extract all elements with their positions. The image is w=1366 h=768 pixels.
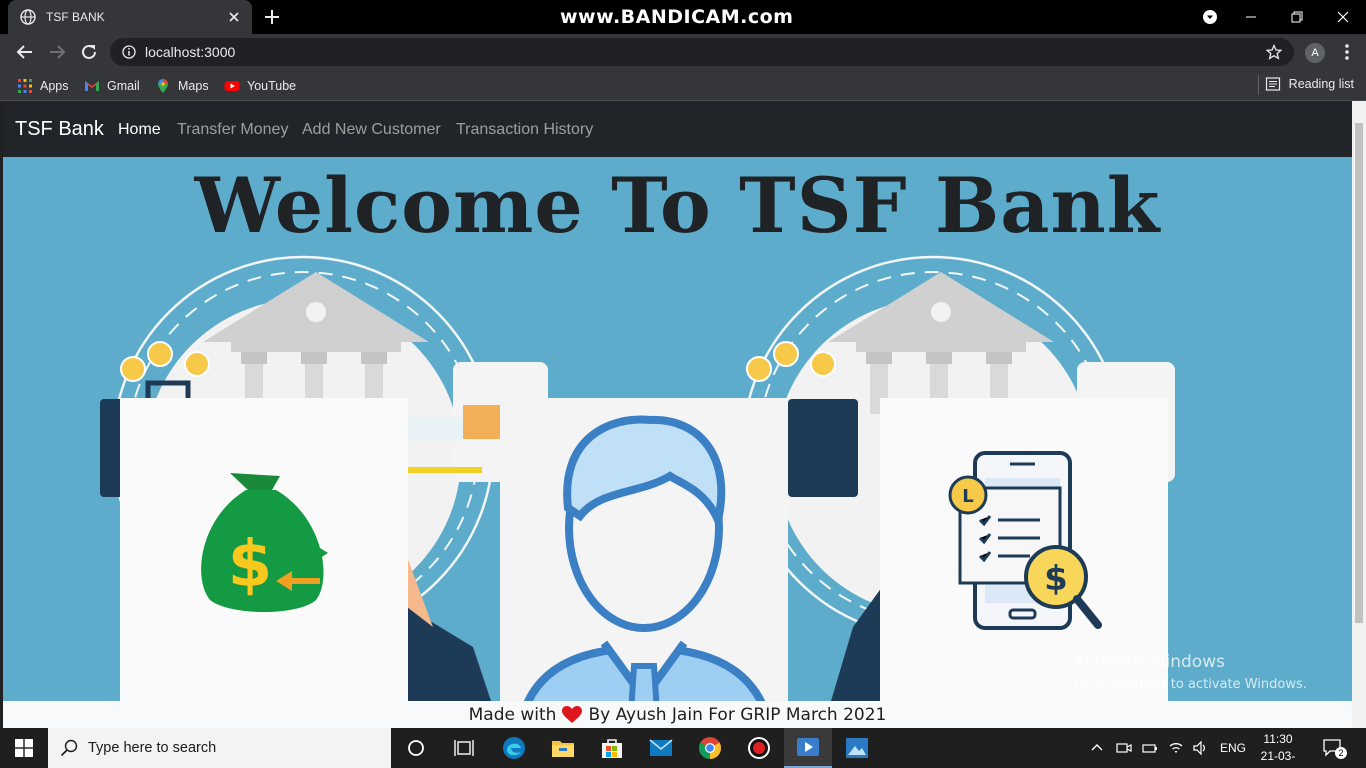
file-explorer-icon[interactable] <box>539 728 587 768</box>
site-info-icon[interactable] <box>122 45 136 59</box>
svg-text:L: L <box>962 486 973 507</box>
bookmark-apps[interactable]: Apps <box>17 76 69 96</box>
window-close-icon[interactable] <box>1320 0 1366 34</box>
address-bar[interactable]: localhost:3000 <box>110 38 1294 66</box>
bookmark-gmail[interactable]: Gmail <box>84 76 140 96</box>
transfer-money-card[interactable]: $ <box>120 398 408 708</box>
task-view-icon[interactable] <box>440 728 488 768</box>
forward-icon[interactable] <box>45 40 69 64</box>
new-tab-icon[interactable] <box>262 7 282 27</box>
battery-icon[interactable] <box>1142 740 1158 756</box>
store-icon[interactable] <box>588 728 636 768</box>
edge-icon[interactable] <box>490 728 538 768</box>
language-indicator[interactable]: ENG <box>1220 741 1246 755</box>
windows-taskbar: Type here to search ENG 11:30 21-03-2021… <box>0 728 1366 768</box>
activate-windows-subtitle: Go to Settings to activate Windows. <box>1074 677 1307 692</box>
bookmarks-divider <box>1258 75 1259 95</box>
windows-logo-icon <box>15 739 33 757</box>
meet-now-icon[interactable] <box>1116 740 1132 756</box>
youtube-icon <box>224 81 240 91</box>
globe-icon <box>20 9 36 25</box>
nav-home[interactable]: Home <box>118 121 161 139</box>
photos-icon[interactable] <box>833 728 881 768</box>
close-icon[interactable] <box>226 9 242 25</box>
clock[interactable]: 11:30 21-03-2021 <box>1252 731 1304 768</box>
bookmark-youtube[interactable]: YouTube <box>224 76 296 96</box>
apps-grid-icon <box>18 79 32 93</box>
start-button[interactable] <box>0 728 48 768</box>
nav-transfer-money[interactable]: Transfer Money <box>177 121 288 139</box>
reading-list-icon <box>1265 77 1280 91</box>
add-customer-card[interactable] <box>500 398 788 728</box>
restore-icon[interactable] <box>1274 0 1320 34</box>
bookmark-label: Apps <box>40 79 69 93</box>
bookmark-label: YouTube <box>247 79 297 93</box>
volume-icon[interactable] <box>1192 740 1208 756</box>
chrome-icon[interactable] <box>686 728 734 768</box>
bookmark-star-icon[interactable] <box>1266 44 1282 60</box>
reload-icon[interactable] <box>77 40 101 64</box>
video-editor-icon[interactable] <box>784 728 832 768</box>
svg-text:$: $ <box>228 528 273 602</box>
back-icon[interactable] <box>13 40 37 64</box>
clock-date: 21-03-2021 <box>1260 749 1296 768</box>
activate-windows-title: Activate Windows <box>1074 652 1225 672</box>
site-footer: Made with By Ayush Jain For GRIP March 2… <box>3 701 1352 728</box>
recorder-watermark: www.BANDICAM.com <box>560 6 794 28</box>
chevron-up-icon[interactable] <box>1090 741 1104 755</box>
browser-toolbar: localhost:3000 <box>0 34 1366 70</box>
notification-center[interactable]: 2 <box>1322 728 1347 768</box>
hero-title: Welcome To TSF Bank <box>194 161 1161 250</box>
notification-badge: 2 <box>1335 747 1347 759</box>
minimize-icon[interactable] <box>1228 0 1274 34</box>
taskbar-search[interactable]: Type here to search <box>48 728 391 768</box>
svg-text:$: $ <box>1044 559 1068 599</box>
bandicam-icon[interactable] <box>735 728 783 768</box>
system-tray: ENG <box>1090 728 1246 768</box>
browser-titlebar: TSF BANK www.BANDICAM.com <box>0 0 1366 34</box>
profile-menu-icon[interactable] <box>1187 0 1233 34</box>
cortana-icon[interactable] <box>392 728 440 768</box>
more-menu-icon[interactable] <box>1340 42 1354 62</box>
user-avatar-icon <box>515 415 775 728</box>
heart-icon <box>562 705 583 723</box>
page-scrollbar[interactable] <box>1352 101 1366 728</box>
bookmark-label: Gmail <box>107 79 140 93</box>
screen: TSF BANK www.BANDICAM.com localhost:3000… <box>0 0 1366 768</box>
bookmark-label: Maps <box>178 79 209 93</box>
profile-avatar[interactable]: A <box>1305 43 1325 63</box>
web-page: TSF Bank Home Transfer Money Add New Cus… <box>3 101 1352 728</box>
maps-pin-icon <box>158 79 168 93</box>
bookmarks-bar: Apps Gmail Maps YouTube <box>0 70 1366 101</box>
clock-time: 11:30 <box>1263 732 1293 746</box>
nav-transaction-history[interactable]: Transaction History <box>456 121 593 139</box>
bookmark-maps[interactable]: Maps <box>155 76 209 96</box>
wifi-icon[interactable] <box>1168 740 1184 756</box>
footer-prefix: Made with <box>468 704 557 725</box>
mail-icon[interactable] <box>637 728 685 768</box>
tab-title: TSF BANK <box>46 10 105 24</box>
search-icon <box>60 739 78 757</box>
url-text: localhost:3000 <box>145 44 236 60</box>
nav-add-new-customer[interactable]: Add New Customer <box>302 121 441 139</box>
reading-list-button[interactable]: Reading list <box>1265 76 1354 92</box>
gmail-icon <box>85 81 99 91</box>
site-brand[interactable]: TSF Bank <box>15 118 104 141</box>
browser-tab[interactable]: TSF BANK <box>8 0 252 34</box>
money-bag-transfer-icon: $ <box>201 473 328 612</box>
footer-suffix: By Ayush Jain For GRIP March 2021 <box>588 704 887 725</box>
search-placeholder: Type here to search <box>88 740 217 756</box>
reading-list-label: Reading list <box>1288 77 1354 91</box>
scrollbar-thumb[interactable] <box>1355 123 1363 623</box>
site-navbar: TSF Bank Home Transfer Money Add New Cus… <box>3 101 1352 157</box>
